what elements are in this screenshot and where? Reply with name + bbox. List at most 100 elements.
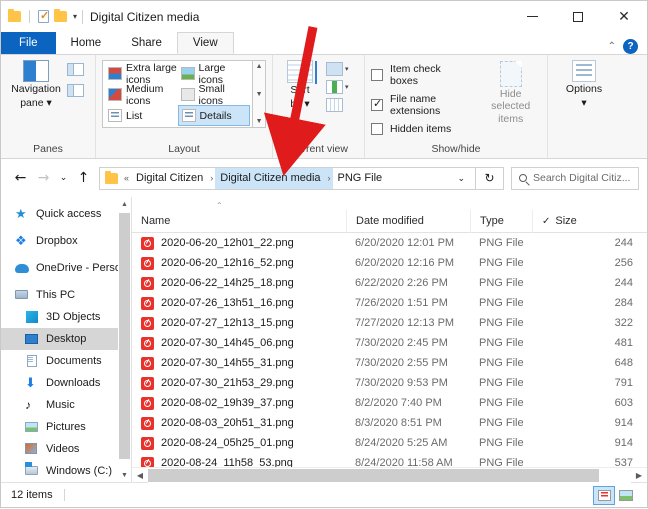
file-name-cell[interactable]: 2020-07-30_14h55_31.png — [132, 356, 346, 370]
large-icons-view-button[interactable] — [615, 486, 637, 505]
tab-share[interactable]: Share — [116, 32, 177, 54]
address-field[interactable]: « Digital Citizen › Digital Citizen medi… — [99, 166, 476, 190]
sidebar-item-onedrive[interactable]: OneDrive - Person — [1, 257, 131, 279]
table-row[interactable]: 2020-08-24_05h25_01.png 8/24/2020 5:25 AM… — [132, 433, 647, 453]
sidebar-item-windows-c[interactable]: Windows (C:) — [1, 460, 131, 482]
file-name-cell[interactable]: 2020-06-20_12h01_22.png — [132, 236, 346, 250]
horizontal-scrollbar[interactable]: ◀ ▶ — [132, 467, 647, 483]
help-button[interactable]: ? — [623, 39, 638, 54]
preview-pane-button[interactable] — [67, 63, 84, 76]
table-row[interactable]: 2020-07-30_14h55_31.png 7/30/2020 2:55 PM… — [132, 353, 647, 373]
breadcrumb-digital-citizen[interactable]: Digital Citizen — [131, 168, 208, 189]
maximize-button[interactable] — [555, 1, 601, 32]
recent-locations-button[interactable]: ⌄ — [55, 166, 72, 190]
breadcrumb-digital-citizen-media[interactable]: Digital Citizen media — [215, 167, 326, 189]
up-button[interactable]: ↑ — [72, 166, 95, 190]
scroll-track[interactable] — [148, 467, 631, 483]
layout-medium-icons[interactable]: Medium icons — [105, 83, 178, 107]
scroll-thumb[interactable] — [148, 468, 599, 482]
file-name-cell[interactable]: 2020-07-30_14h45_06.png — [132, 336, 346, 350]
sidebar-item-videos[interactable]: Videos — [1, 438, 131, 460]
back-button[interactable]: ← — [9, 166, 32, 190]
scroll-up-icon[interactable]: ▲ — [118, 197, 131, 211]
properties-icon[interactable] — [38, 9, 49, 23]
layout-small-icons[interactable]: Small icons — [178, 83, 251, 107]
table-row[interactable]: 2020-08-03_20h51_31.png 8/3/2020 8:51 PM P… — [132, 413, 647, 433]
tab-home[interactable]: Home — [56, 32, 117, 54]
gallery-scroll-down-icon[interactable]: ▼ — [256, 91, 263, 98]
file-name-cell[interactable]: 2020-08-03_20h51_31.png — [132, 416, 346, 430]
sidebar-item-this-pc[interactable]: This PC — [1, 284, 131, 306]
refresh-button[interactable]: ↻ — [476, 166, 504, 190]
chevron-down-icon[interactable]: ▾ — [345, 65, 349, 73]
file-name-cell[interactable]: 2020-07-27_12h13_15.png — [132, 316, 346, 330]
folder-icon[interactable] — [8, 9, 21, 22]
sidebar-item-music[interactable]: ♪ Music — [1, 394, 131, 416]
gallery-scroll-up-icon[interactable]: ▲ — [256, 63, 263, 70]
layout-list[interactable]: List — [105, 105, 178, 126]
file-name-cell[interactable]: 2020-06-20_12h16_52.png — [132, 256, 346, 270]
hide-selected-items-button[interactable]: Hide selected items — [480, 60, 541, 126]
table-row[interactable]: 2020-08-24_11h58_53.png 8/24/2020 11:58 A… — [132, 453, 647, 467]
column-header-name[interactable]: Name — [132, 210, 346, 233]
layout-extra-large-icons[interactable]: Extra large icons — [105, 62, 178, 86]
close-button[interactable]: ✕ — [601, 1, 647, 32]
size-all-columns-button[interactable] — [326, 98, 349, 112]
layout-large-icons[interactable]: Large icons — [178, 62, 251, 86]
file-name-cell[interactable]: 2020-07-26_13h51_16.png — [132, 296, 346, 310]
column-header-date-modified[interactable]: Date modified — [346, 209, 470, 233]
search-box[interactable]: Search Digital Citiz... — [511, 166, 639, 190]
table-row[interactable]: 2020-08-02_19h39_37.png 8/2/2020 7:40 PM P… — [132, 393, 647, 413]
address-dropdown-caret-icon[interactable]: ⌄ — [447, 168, 475, 189]
scroll-down-icon[interactable]: ▼ — [118, 468, 131, 482]
minimize-button[interactable] — [509, 1, 555, 32]
file-name-cell[interactable]: 2020-07-30_21h53_29.png — [132, 376, 346, 390]
checkbox-icon[interactable] — [371, 123, 383, 135]
gallery-expand-icon[interactable]: ▼ — [256, 118, 263, 125]
customize-qat-caret-icon[interactable]: ▾ — [73, 12, 77, 21]
chevron-down-icon[interactable]: ▾ — [345, 83, 349, 91]
file-name-cell[interactable]: 2020-08-24_05h25_01.png — [132, 436, 346, 450]
scroll-track[interactable] — [118, 211, 131, 468]
navigation-pane-button[interactable]: Navigation pane ▾ — [7, 60, 65, 109]
sidebar-item-desktop[interactable]: Desktop — [1, 328, 131, 350]
column-header-size[interactable]: ✓ Size — [532, 209, 647, 233]
layout-details[interactable]: Details — [177, 105, 251, 126]
table-row[interactable]: 2020-07-26_13h51_16.png 7/26/2020 1:51 PM… — [132, 293, 647, 313]
navigation-pane-scrollbar[interactable]: ▲ ▼ — [118, 197, 131, 482]
scroll-right-icon[interactable]: ▶ — [631, 468, 647, 483]
forward-button[interactable]: → — [32, 166, 55, 190]
column-header-type[interactable]: Type — [470, 209, 532, 233]
table-row[interactable]: 2020-06-22_14h25_18.png 6/22/2020 2:26 PM… — [132, 273, 647, 293]
tab-file[interactable]: File — [1, 32, 56, 54]
table-row[interactable]: 2020-07-30_14h45_06.png 7/30/2020 2:45 PM… — [132, 333, 647, 353]
sidebar-item-pictures[interactable]: Pictures — [1, 416, 131, 438]
checkbox-item-check-boxes[interactable]: Item check boxes — [371, 63, 470, 87]
table-row[interactable]: 2020-06-20_12h16_52.png 6/20/2020 12:16 P… — [132, 253, 647, 273]
table-row[interactable]: 2020-07-30_21h53_29.png 7/30/2020 9:53 PM… — [132, 373, 647, 393]
checkbox-checked-icon[interactable] — [371, 97, 383, 111]
breadcrumb-png-file[interactable]: PNG File — [333, 168, 388, 189]
chevron-up-icon[interactable]: ⌃ — [608, 41, 616, 52]
file-name-cell[interactable]: 2020-06-22_14h25_18.png — [132, 276, 346, 290]
breadcrumb-separator[interactable]: › — [325, 167, 333, 189]
search-input[interactable]: Search Digital Citiz... — [533, 172, 630, 184]
sidebar-item-quick-access[interactable]: ★ Quick access — [1, 203, 131, 225]
breadcrumb-separator[interactable]: › — [208, 168, 215, 189]
sidebar-item-documents[interactable]: Documents — [1, 350, 131, 372]
file-name-cell[interactable]: 2020-08-02_19h39_37.png — [132, 396, 346, 410]
add-columns-button[interactable]: ▾ — [326, 62, 349, 76]
sort-by-button[interactable]: Sort by ▾ — [279, 60, 321, 110]
layout-gallery-scroll[interactable]: ▲ ▼ ▼ — [253, 60, 266, 128]
table-row[interactable]: 2020-07-27_12h13_15.png 7/27/2020 12:13 P… — [132, 313, 647, 333]
table-row[interactable]: 2020-06-20_12h01_22.png 6/20/2020 12:01 P… — [132, 233, 647, 253]
checkbox-icon[interactable] — [371, 69, 383, 81]
checkbox-hidden-items[interactable]: Hidden items — [371, 123, 470, 135]
scroll-left-icon[interactable]: ◀ — [132, 468, 148, 483]
choose-columns-button[interactable]: ▾ — [326, 80, 349, 94]
tab-view[interactable]: View — [176, 32, 234, 54]
breadcrumb-overflow[interactable]: « — [122, 168, 131, 189]
sidebar-item-dropbox[interactable]: ❖ Dropbox — [1, 230, 131, 252]
checkbox-file-name-extensions[interactable]: File name extensions — [371, 93, 470, 117]
details-view-button[interactable] — [593, 485, 615, 505]
